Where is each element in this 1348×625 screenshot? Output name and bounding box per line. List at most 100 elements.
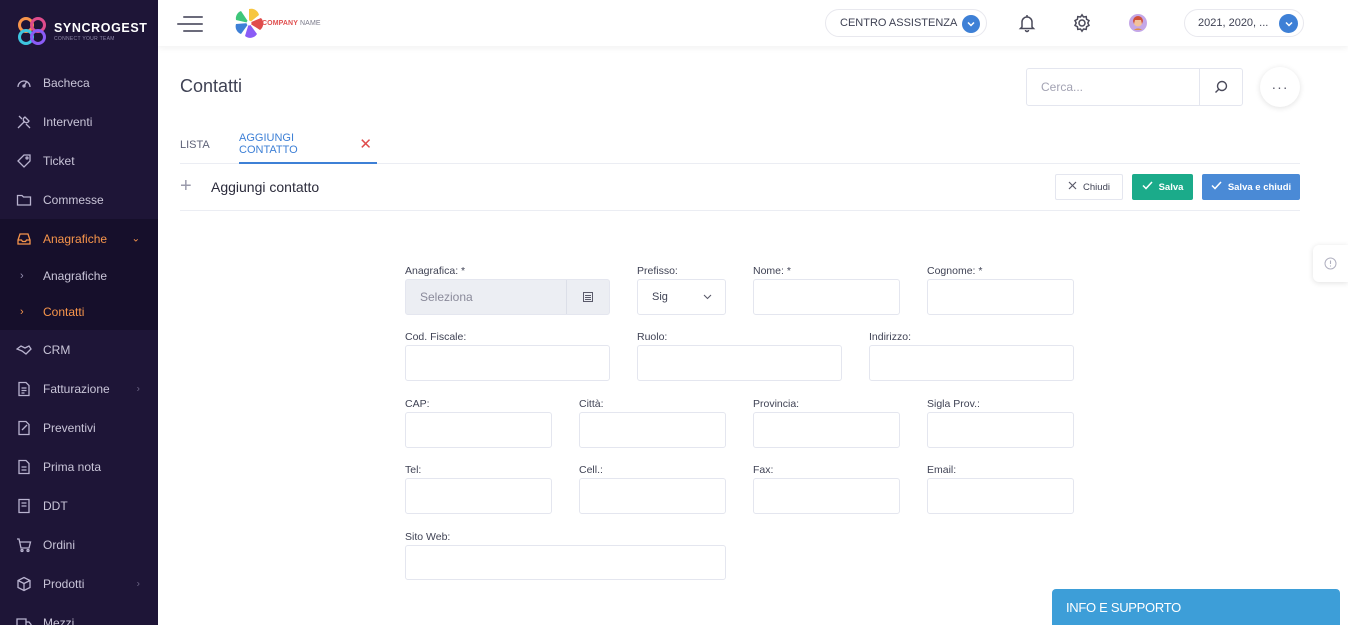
sidebar-item-prima-nota[interactable]: Prima nota (0, 447, 158, 486)
list-picker-icon[interactable] (566, 280, 609, 314)
sidebar-item-commesse[interactable]: Commesse (0, 180, 158, 219)
close-button[interactable]: Chiudi (1055, 174, 1123, 200)
sidebar-item-prodotti[interactable]: Prodotti › (0, 564, 158, 603)
sidebar-item-label: Anagrafiche (43, 231, 108, 246)
ruolo-field[interactable] (637, 345, 842, 381)
sidebar-subitem-label: Anagrafiche (43, 269, 108, 283)
more-options-button[interactable]: ··· (1260, 67, 1300, 107)
tel-field[interactable] (405, 478, 552, 514)
cognome-field[interactable] (927, 279, 1074, 315)
anagrafica-select[interactable]: Seleziona (405, 279, 610, 315)
chevron-down-icon (702, 291, 713, 305)
avatar[interactable] (1126, 11, 1150, 35)
sidebar-item-label: Mezzi (43, 615, 75, 625)
chevron-right-icon: › (136, 578, 140, 589)
save-and-close-button-label: Salva e chiudi (1227, 181, 1292, 193)
save-button[interactable]: Salva (1132, 174, 1193, 200)
sidebar-item-label: Preventivi (43, 420, 96, 435)
folder-icon (16, 192, 32, 208)
sidebar-item-label: CRM (43, 342, 71, 357)
close-button-label: Chiudi (1083, 181, 1110, 193)
fax-field[interactable] (753, 478, 900, 514)
tag-icon (16, 153, 32, 169)
sidebar-item-label: Bacheca (43, 75, 90, 90)
bell-icon[interactable] (1015, 11, 1039, 35)
inbox-tray-icon (16, 231, 32, 247)
company-logo[interactable]: COMPANY NAME (232, 5, 321, 41)
tab-label: LISTA (180, 139, 210, 151)
sidebar-item-label: Ordini (43, 537, 76, 552)
close-icon (1068, 181, 1077, 193)
chevron-down-icon: ⌄ (131, 233, 140, 244)
chevron-right-icon: › (20, 270, 24, 282)
chevron-right-icon: › (136, 383, 140, 394)
citta-field[interactable] (579, 412, 726, 448)
sigla-prov-field[interactable] (927, 412, 1074, 448)
sidebar-item-interventi[interactable]: Interventi (0, 102, 158, 141)
sidebar-item-ticket[interactable]: Ticket (0, 141, 158, 180)
save-and-close-button[interactable]: Salva e chiudi (1202, 174, 1300, 200)
tab-bar: LISTA AGGIUNGI CONTATTO ✕ (180, 126, 1300, 164)
info-support-panel[interactable]: INFO E SUPPORTO (1052, 589, 1340, 625)
sidebar-item-bacheca[interactable]: Bacheca (0, 63, 158, 102)
fiscal-years-dropdown[interactable]: 2021, 2020, ... (1184, 9, 1304, 37)
sidebar-item-fatturazione[interactable]: Fatturazione › (0, 369, 158, 408)
sidebar-subitem-contatti[interactable]: › Contatti (0, 294, 158, 330)
side-info-tab[interactable] (1313, 245, 1348, 282)
nome-field[interactable] (753, 279, 900, 315)
sidebar-group-anagrafiche: Anagrafiche ⌄ › Anagrafiche › Contatti (0, 219, 158, 330)
form-title: Aggiungi contatto (211, 179, 320, 195)
cap-field[interactable] (405, 412, 552, 448)
sidebar-item-crm[interactable]: CRM (0, 330, 158, 369)
sidebar-item-preventivi[interactable]: Preventivi (0, 408, 158, 447)
fax-label: Fax: (753, 464, 774, 476)
sidebar-subitem-label: Contatti (43, 305, 85, 319)
form-header: + Aggiungi contatto Chiudi Salva Salva e… (180, 164, 1300, 211)
tab-aggiungi-contatto[interactable]: AGGIUNGI CONTATTO ✕ (239, 126, 377, 164)
citta-label: Città: (579, 398, 604, 410)
sidebar-subitem-anagrafiche[interactable]: › Anagrafiche (0, 258, 158, 294)
sito-web-field[interactable] (405, 545, 726, 580)
prefisso-label: Prefisso: (637, 265, 678, 277)
tel-label: Tel: (405, 464, 422, 476)
company-name-part-2: NAME (300, 19, 321, 27)
provincia-label: Provincia: (753, 398, 800, 410)
sidebar-item-anagrafiche[interactable]: Anagrafiche ⌄ (0, 219, 158, 258)
handshake-icon (16, 342, 32, 358)
check-icon (1142, 181, 1153, 193)
ruolo-label: Ruolo: (637, 331, 668, 343)
dashboard-gauge-icon (16, 75, 32, 91)
chevron-down-icon (962, 15, 980, 33)
company-name-part-1: COMPANY (262, 19, 298, 27)
search-input[interactable] (1027, 69, 1200, 105)
indirizzo-field[interactable] (869, 345, 1074, 381)
search-button[interactable] (1199, 69, 1242, 105)
cod-fiscale-field[interactable] (405, 345, 610, 381)
cod-fiscale-label: Cod. Fiscale: (405, 331, 467, 343)
tools-icon (16, 114, 32, 130)
sidebar-item-label: Prodotti (43, 576, 85, 591)
cart-icon (16, 537, 32, 553)
brand-name: SYNCROGEST (54, 20, 148, 35)
sidebar-item-label: Commesse (43, 192, 104, 207)
brand[interactable]: SYNCROGEST CONNECT YOUR TEAM (16, 14, 148, 48)
close-tab-icon[interactable]: ✕ (359, 135, 372, 153)
cell-field[interactable] (579, 478, 726, 514)
sidebar-item-mezzi[interactable]: Mezzi (0, 603, 158, 625)
sidebar-item-ordini[interactable]: Ordini (0, 525, 158, 564)
gear-icon[interactable] (1070, 11, 1094, 35)
sidebar: SYNCROGEST CONNECT YOUR TEAM Bacheca Int… (0, 0, 158, 625)
anagrafica-placeholder: Seleziona (420, 290, 473, 304)
tab-lista[interactable]: LISTA (180, 126, 210, 164)
box-icon (16, 576, 32, 592)
prefisso-value: Sig (652, 291, 668, 303)
sidebar-item-ddt[interactable]: DDT (0, 486, 158, 525)
company-pinwheel-icon (235, 8, 264, 38)
menu-toggle-icon[interactable] (177, 12, 203, 34)
email-field[interactable] (927, 478, 1074, 514)
provincia-field[interactable] (753, 412, 900, 448)
cognome-label: Cognome: * (927, 265, 983, 277)
prefisso-select[interactable]: Sig (637, 279, 726, 315)
assistance-center-dropdown[interactable]: CENTRO ASSISTENZA (825, 9, 987, 37)
indirizzo-label: Indirizzo: (869, 331, 912, 343)
